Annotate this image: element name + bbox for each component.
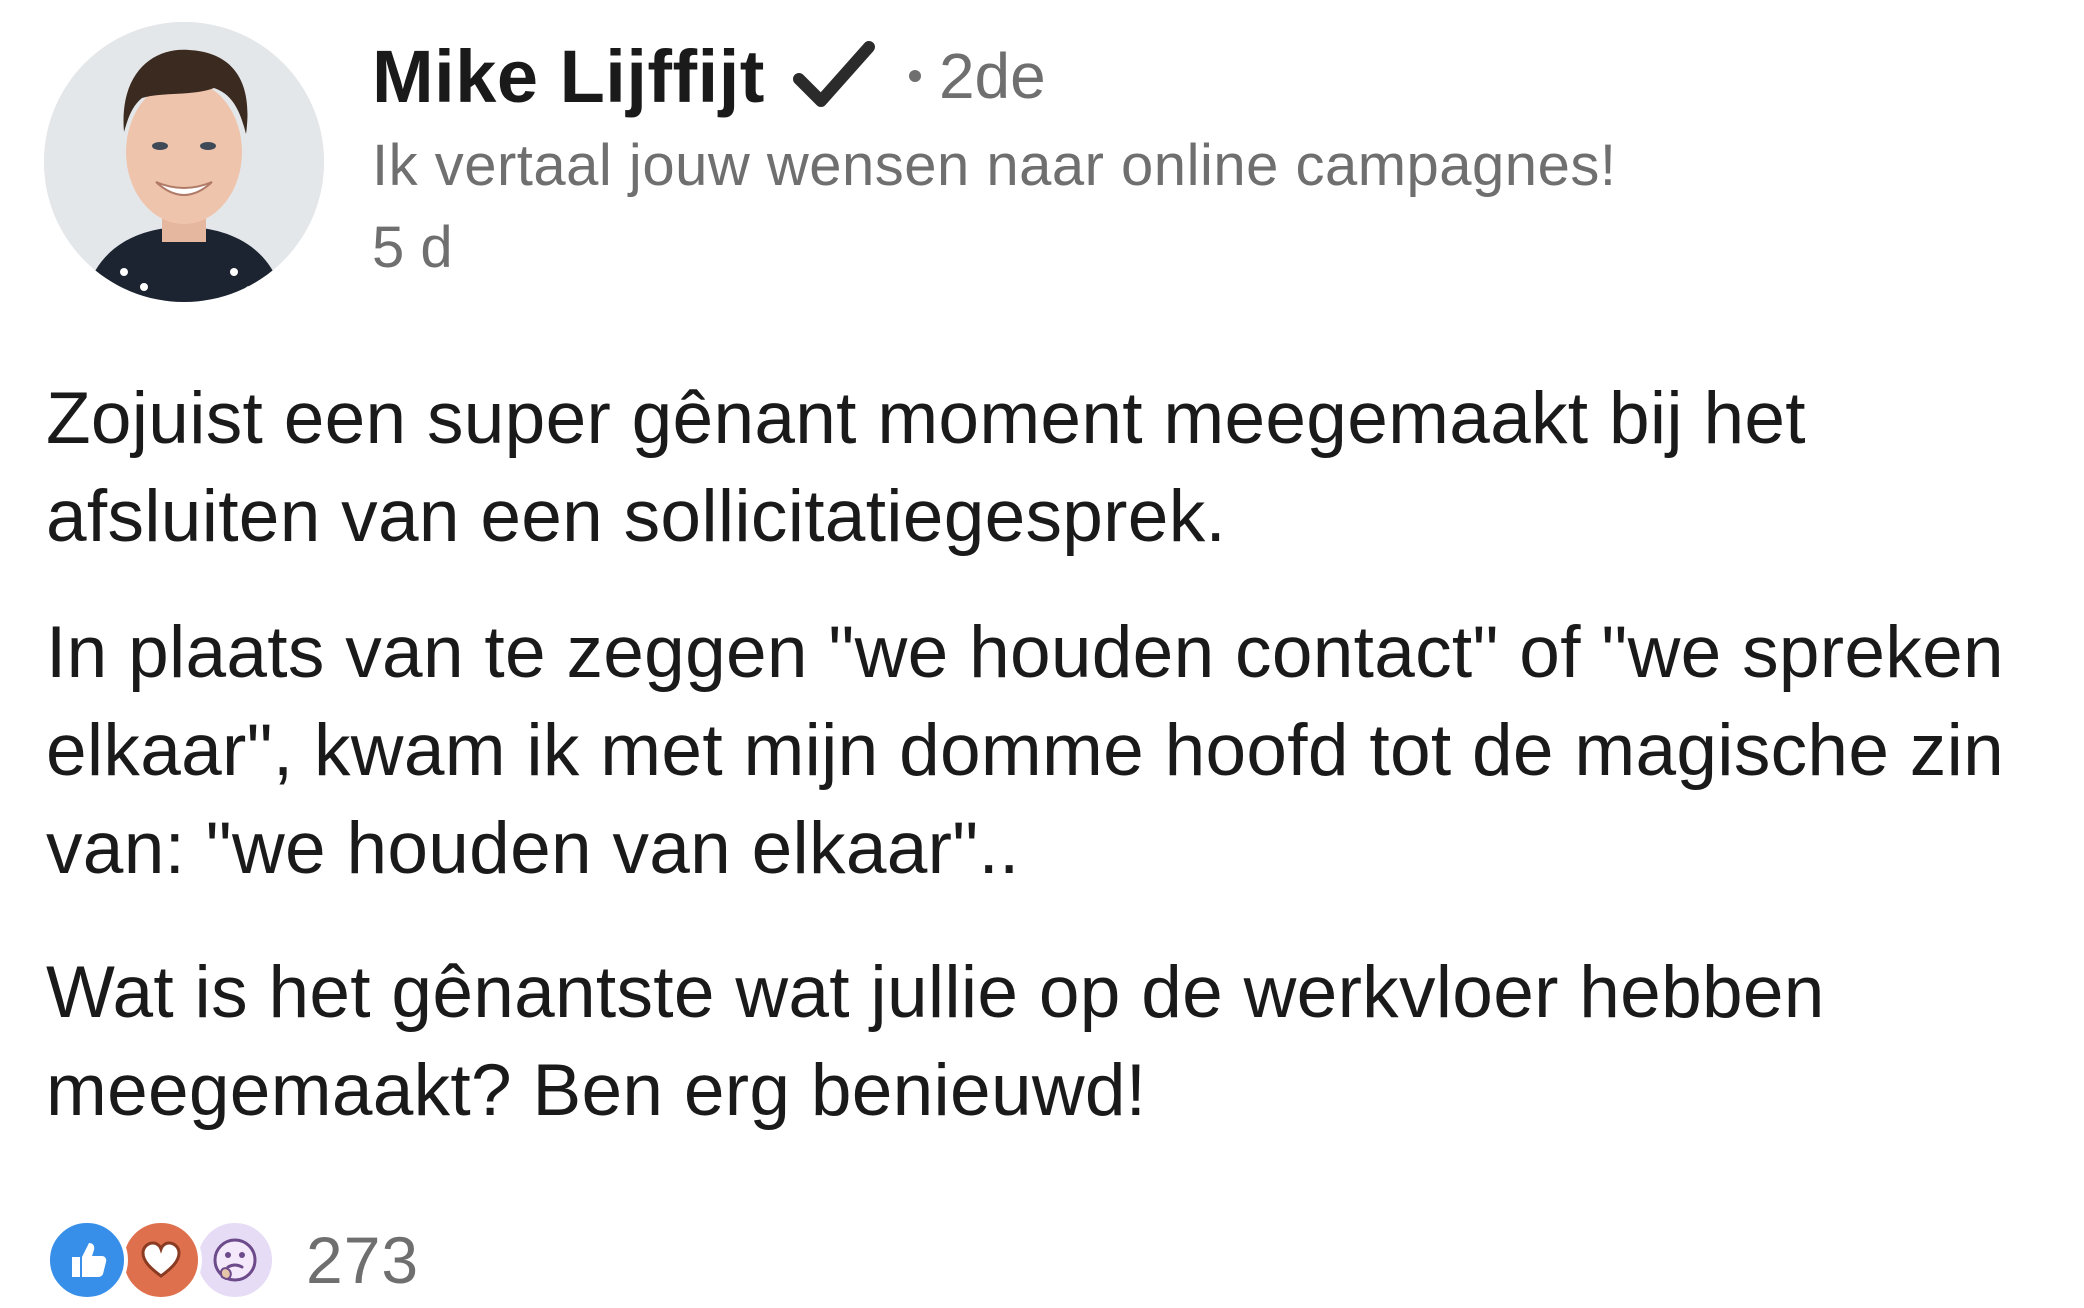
post-paragraph: Wat is het gênantste wat jullie op de we… <box>46 952 1825 1131</box>
author-info: Mike Lijffijt 2de Ik vertaal jouw wensen… <box>372 28 2012 284</box>
author-name[interactable]: Mike Lijffijt <box>372 34 765 119</box>
avatar-photo-icon <box>44 22 324 302</box>
check-mark-icon <box>792 39 875 113</box>
reactions-summary[interactable]: 273 <box>46 1218 419 1302</box>
like-icon <box>46 1219 128 1301</box>
author-name-row: Mike Lijffijt 2de <box>372 28 2012 124</box>
curious-icon <box>194 1219 276 1301</box>
separator-dot <box>908 70 921 82</box>
feed-post: Mike Lijffijt 2de Ik vertaal jouw wensen… <box>0 0 2084 1308</box>
post-timestamp: 5 d <box>372 215 453 280</box>
author-avatar[interactable] <box>44 22 324 302</box>
reaction-count[interactable]: 273 <box>306 1222 419 1298</box>
post-content: Zojuist een super gênant moment meegemaa… <box>46 370 2056 1140</box>
love-icon <box>120 1219 202 1301</box>
post-paragraph: In plaats van te zeggen "we houden conta… <box>46 612 2005 889</box>
author-headline: Ik vertaal jouw wensen naar online campa… <box>372 133 1617 198</box>
post-paragraph: Zojuist een super gênant moment meegemaa… <box>46 378 1806 557</box>
connection-degree: 2de <box>938 40 1046 112</box>
